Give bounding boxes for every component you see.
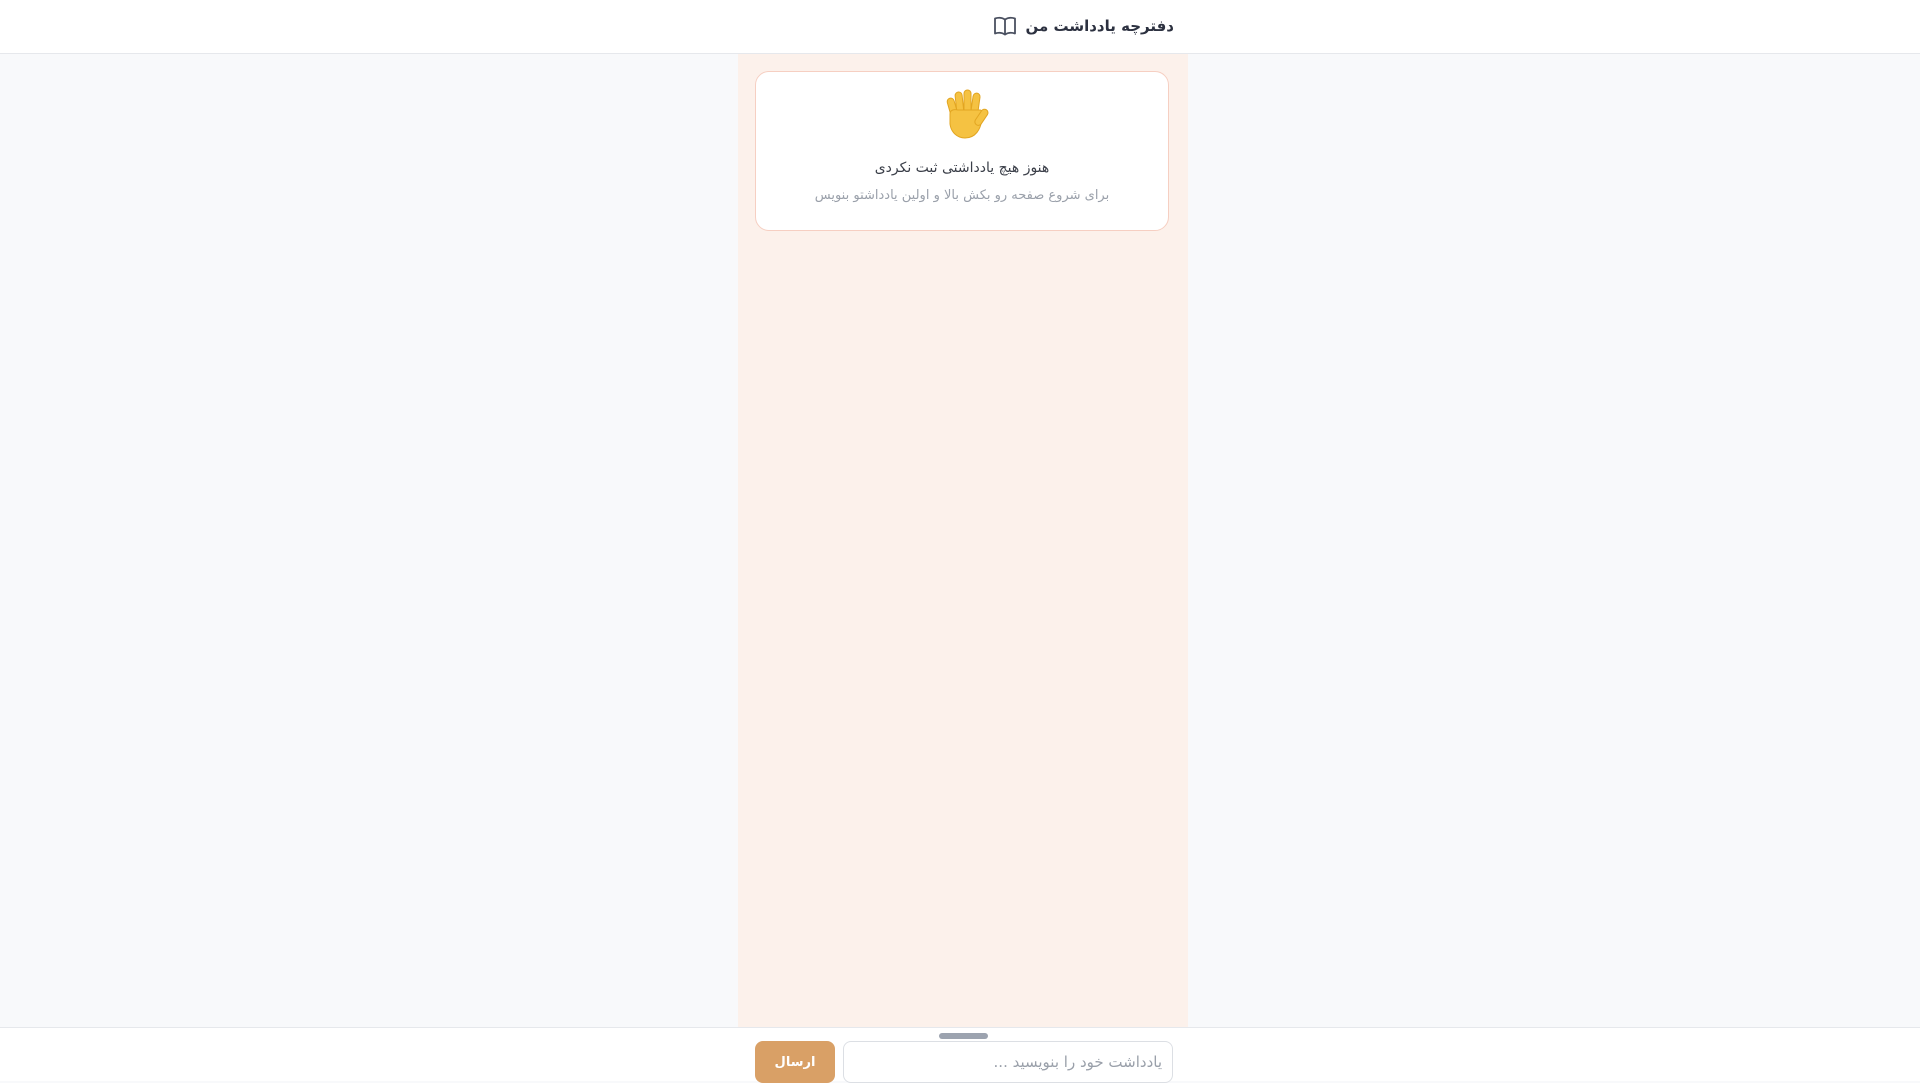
empty-state-card: هنوز هیچ یادداشتی ثبت نکردی برای شروع صف… xyxy=(755,71,1169,231)
send-button[interactable]: ارسال xyxy=(755,1041,835,1083)
book-open-icon xyxy=(994,16,1017,36)
waving-hand-icon xyxy=(946,89,989,139)
drag-handle[interactable] xyxy=(939,1033,988,1039)
page-title: دفترچه یادداشت من xyxy=(1025,17,1174,35)
empty-state-title: هنوز هیچ یادداشتی ثبت نکردی xyxy=(874,160,1050,176)
empty-state-subtitle: برای شروع صفحه رو بکش بالا و اولین یاددا… xyxy=(814,188,1110,203)
app-brand: دفترچه یادداشت من xyxy=(993,12,1174,40)
top-bar: دفترچه یادداشت من xyxy=(0,0,1920,54)
notes-panel[interactable]: هنوز هیچ یادداشتی ثبت نکردی برای شروع صف… xyxy=(738,54,1188,1027)
composer-bar: ارسال xyxy=(0,1027,1920,1083)
note-input[interactable] xyxy=(843,1041,1173,1083)
